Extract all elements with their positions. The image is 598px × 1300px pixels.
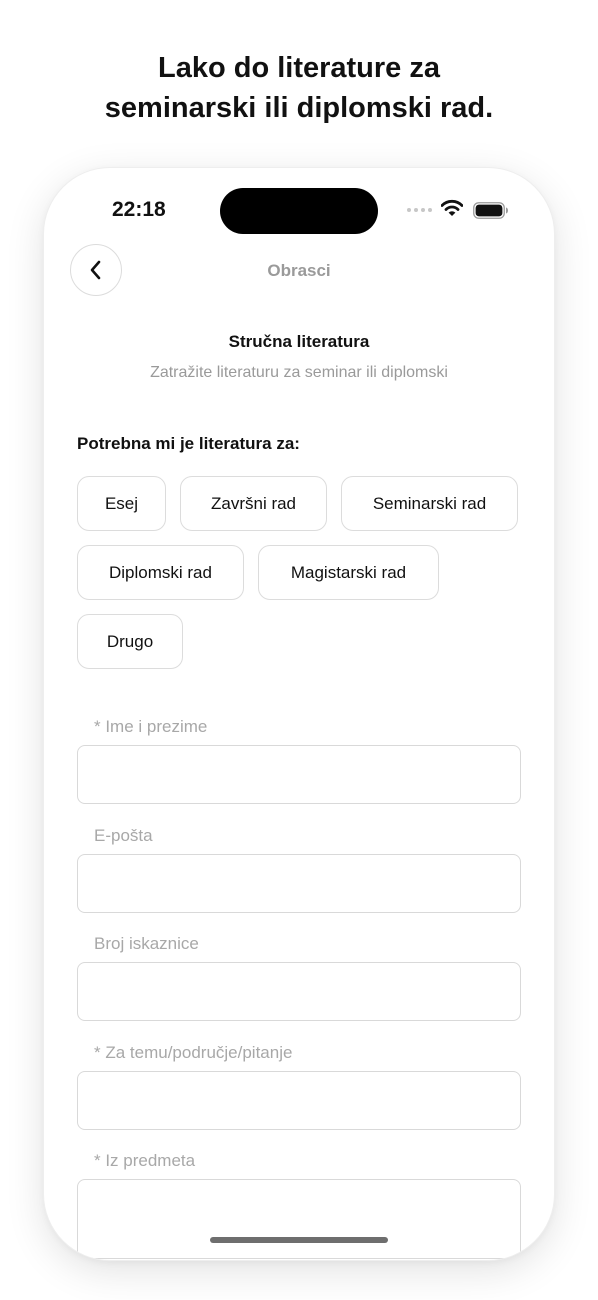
full-name-input[interactable] bbox=[77, 745, 521, 804]
card-number-label: Broj iskaznice bbox=[94, 934, 199, 953]
full-name-label: * Ime i prezime bbox=[94, 717, 208, 736]
form-subtitle: Zatražite literaturu za seminar ili dipl… bbox=[150, 364, 448, 381]
card-number-input[interactable] bbox=[77, 962, 521, 1021]
topic-input[interactable] bbox=[77, 1071, 521, 1130]
wifi-icon bbox=[441, 199, 463, 216]
email-input[interactable] bbox=[77, 854, 521, 913]
option-seminarski-rad-chip[interactable]: Seminarski rad bbox=[341, 476, 518, 531]
option-magistarski-rad-chip[interactable]: Magistarski rad bbox=[258, 545, 439, 600]
phone-frame: 22:18 Obrasci Stručna literatura Zatraži… bbox=[44, 168, 554, 1260]
status-time: 22:18 bbox=[112, 198, 166, 221]
marketing-headline: Lako do literature za seminarski ili dip… bbox=[0, 48, 598, 128]
subject-label: * Iz predmeta bbox=[94, 1151, 196, 1170]
option-diplomski-rad-chip[interactable]: Diplomski rad bbox=[77, 545, 244, 600]
battery-icon bbox=[473, 202, 508, 219]
headline-line-2: seminarski ili diplomski rad. bbox=[104, 92, 494, 124]
headline-line-1: Lako do literature za bbox=[157, 52, 440, 84]
home-indicator bbox=[210, 1237, 388, 1243]
cellular-signal-icon bbox=[407, 208, 432, 212]
dynamic-island bbox=[220, 188, 378, 234]
email-label: E-pošta bbox=[94, 826, 153, 845]
option-esej-chip[interactable]: Esej bbox=[77, 476, 166, 531]
subject-input[interactable] bbox=[77, 1179, 521, 1259]
option-zavrsni-rad-chip[interactable]: Završni rad bbox=[180, 476, 327, 531]
topic-label: * Za temu/područje/pitanje bbox=[94, 1043, 293, 1062]
option-drugo-chip[interactable]: Drugo bbox=[77, 614, 183, 669]
nav-title: Obrasci bbox=[267, 261, 331, 280]
form-title: Stručna literatura bbox=[228, 332, 370, 351]
literature-type-label: Potrebna mi je literatura za: bbox=[77, 434, 300, 453]
